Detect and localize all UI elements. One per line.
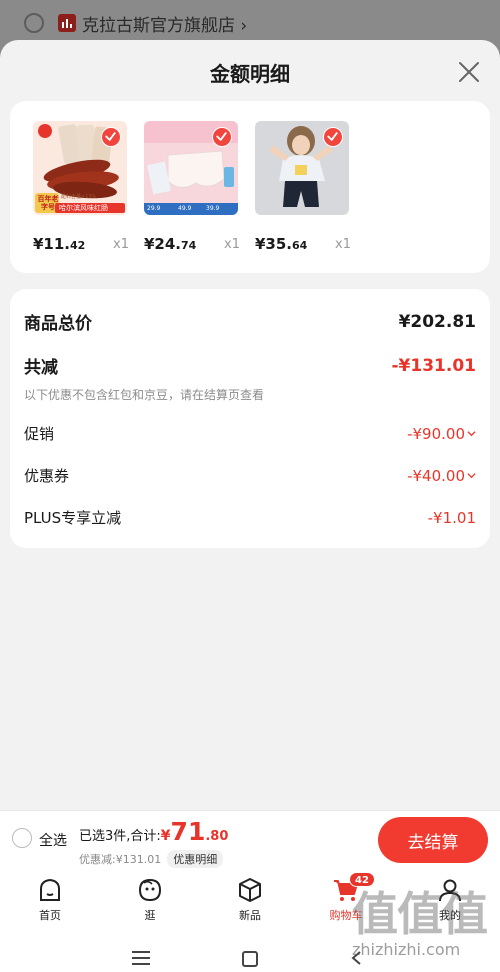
menu-icon[interactable] (132, 951, 150, 965)
watermark: 值值值 zhizhizhi.com (352, 888, 500, 972)
tab-label: 逛 (144, 909, 156, 922)
total-reduce-label: 共减 (24, 358, 58, 378)
total-prefix: 已选3件,合计: (79, 829, 161, 844)
amount-detail-sheet: 金额明细 百年老字号 哈尔滨风味红肠 配料含量≥13% ¥11.42 x1 29… (0, 40, 500, 810)
coupon-row[interactable]: 优惠券 -¥40.00 (24, 465, 476, 486)
shop-icon (58, 14, 76, 32)
plus-discount-label: PLUS专享立减 (24, 509, 122, 527)
tab-new[interactable]: 新品 (220, 876, 280, 923)
shop-name[interactable]: 克拉古斯官方旗舰店 › (82, 11, 247, 36)
plus-discount-row: PLUS专享立减 -¥1.01 (24, 507, 476, 528)
watermark-url: zhizhizhi.com (352, 940, 461, 959)
sheet-title: 金额明细 (210, 62, 290, 86)
product-list-card: 百年老字号 哈尔滨风味红肠 配料含量≥13% ¥11.42 x1 29.9 49… (10, 101, 490, 273)
product-price: ¥35.64 (255, 235, 308, 253)
product-image-underwear: 29.9 49.9 39.9 (144, 121, 238, 215)
product-qty: x1 (335, 237, 351, 252)
tab-label: 首页 (39, 909, 61, 922)
cart-count-badge: 42 (349, 872, 375, 887)
product-price-tag: 29.9 (147, 205, 161, 212)
select-all-label[interactable]: 全选 (39, 830, 67, 850)
tab-home[interactable]: 首页 (20, 876, 80, 923)
face-icon (138, 878, 162, 902)
discount-note: 以下优惠不包含红包和京豆，请在结算页查看 (24, 388, 265, 402)
shop-select-radio[interactable] (24, 13, 44, 33)
total-int: 71 (170, 817, 206, 846)
close-icon[interactable] (458, 61, 480, 83)
select-all-radio[interactable] (12, 828, 32, 848)
box-icon (239, 878, 261, 902)
tab-explore[interactable]: 逛 (120, 876, 180, 923)
checkout-bar: 全选 已选3件,合计:¥71.80 优惠减:¥131.01 优惠明细 去结算 (0, 810, 500, 870)
promotion-value: -¥90.00 (407, 424, 465, 443)
product-price-tag: 39.9 (206, 205, 220, 212)
promotion-label: 促销 (24, 425, 55, 443)
total-dec: .80 (205, 829, 229, 844)
product-price: ¥24.74 (144, 235, 197, 253)
discount-summary: 优惠减:¥131.01 优惠明细 (79, 850, 224, 868)
total-amount: 已选3件,合计:¥71.80 (79, 817, 229, 846)
home-icon (40, 878, 60, 901)
total-price-value: ¥202.81 (398, 311, 476, 332)
total-price-label: 商品总价 (24, 314, 92, 334)
watermark-logo: 值值值 (352, 887, 488, 941)
chevron-down-icon[interactable] (467, 471, 476, 480)
tab-label: 新品 (239, 909, 261, 922)
product-price-tag: 49.9 (178, 205, 192, 212)
total-reduce-row: 共减 -¥131.01 (24, 353, 477, 379)
coupon-label: 优惠券 (24, 467, 70, 485)
product-qty: x1 (224, 237, 240, 252)
selected-check-icon[interactable] (212, 127, 232, 147)
promotion-row[interactable]: 促销 -¥90.00 (24, 423, 476, 444)
price-summary-card: 商品总价 ¥202.81 共减 -¥131.01 以下优惠不包含红包和京豆，请在… (10, 289, 490, 548)
home-square-icon[interactable] (242, 951, 258, 967)
discount-text: 优惠减:¥131.01 (79, 853, 162, 866)
product-small-text: 配料含量≥13% (61, 194, 97, 200)
product-qty: x1 (113, 237, 129, 252)
chevron-down-icon[interactable] (467, 429, 476, 438)
coupon-value: -¥40.00 (407, 466, 465, 485)
total-price-row: 商品总价 ¥202.81 (24, 309, 476, 335)
product-banner-text: 哈尔滨风味红肠 (59, 204, 108, 212)
product-image-sausage: 百年老字号 哈尔滨风味红肠 配料含量≥13% (33, 121, 127, 215)
selected-check-icon[interactable] (101, 127, 121, 147)
discount-detail-button[interactable]: 优惠明细 (167, 850, 224, 868)
plus-discount-value: -¥1.01 (427, 508, 476, 527)
product-badge-text: 百年老字号 (37, 195, 59, 211)
product-image-kids-clothing (255, 121, 349, 215)
selected-check-icon[interactable] (323, 127, 343, 147)
checkout-button[interactable]: 去结算 (378, 817, 488, 863)
product-price: ¥11.42 (33, 235, 86, 253)
total-reduce-value: -¥131.01 (391, 355, 477, 376)
